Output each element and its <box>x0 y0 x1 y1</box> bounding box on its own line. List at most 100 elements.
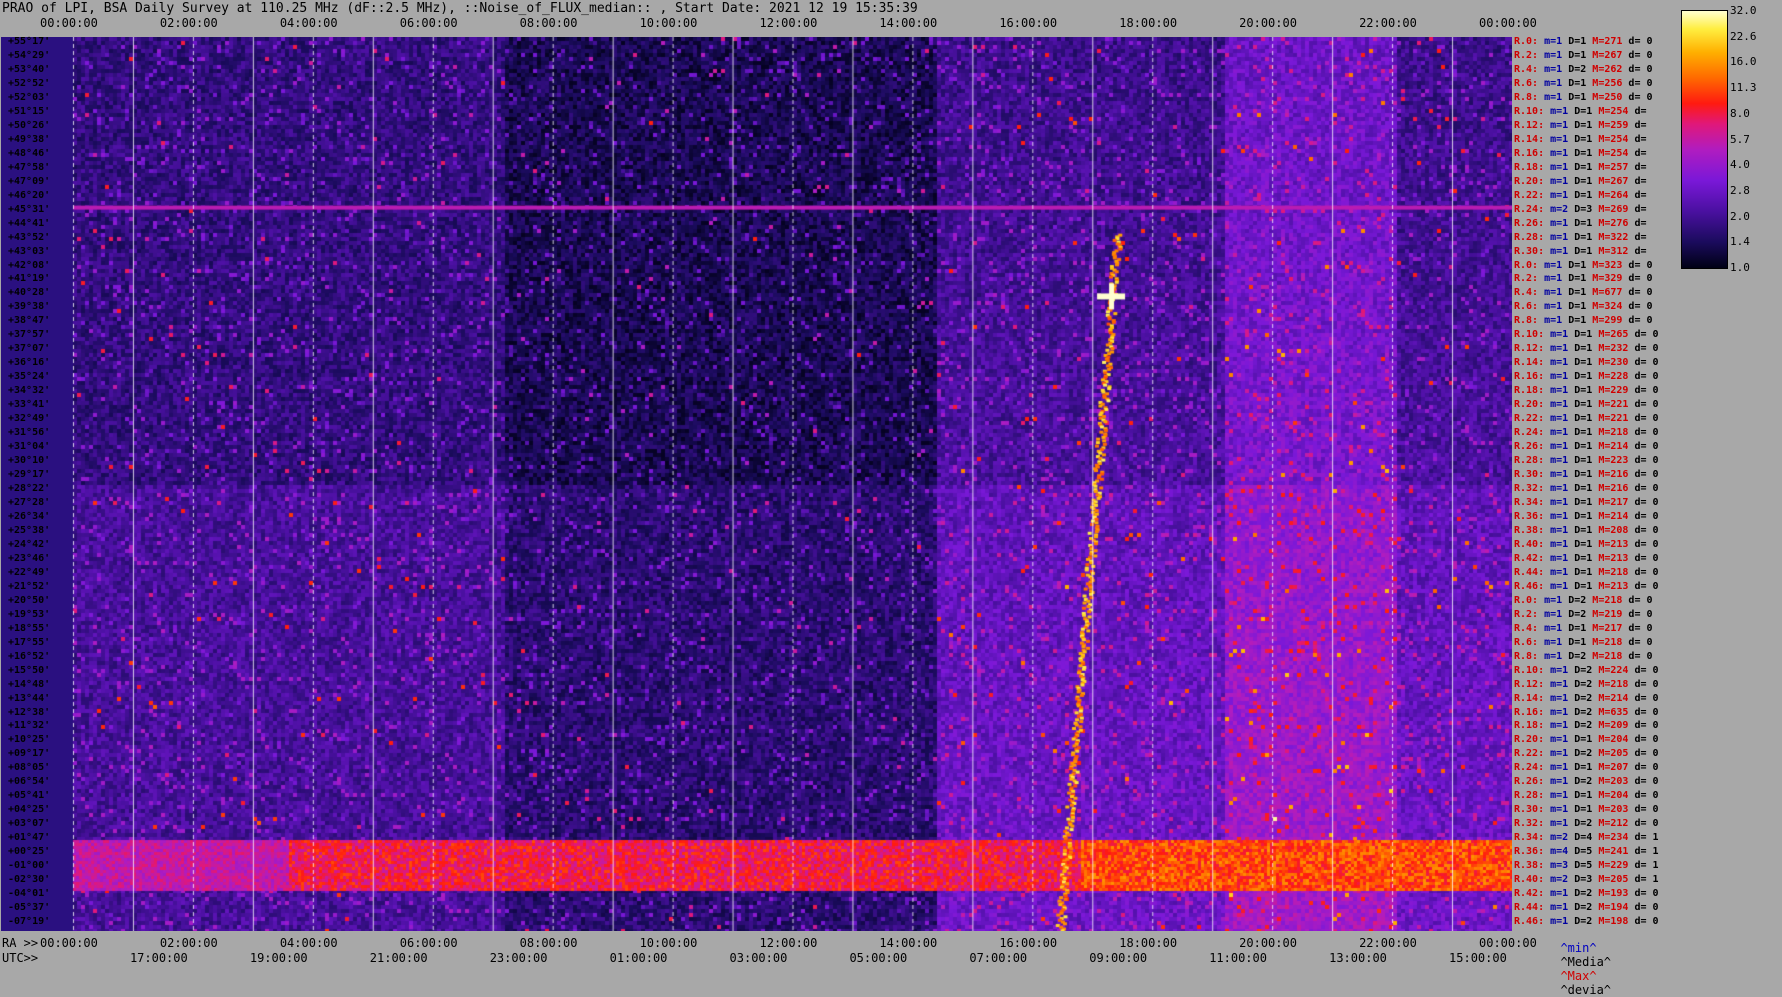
receiver-stat-row: R.24: m=1 D=1 M=207 d= 0 <box>1514 763 1659 773</box>
row-receiver: R.28: <box>1514 231 1551 243</box>
utc-tick-label: 05:00:00 <box>849 951 908 965</box>
row-dev: D=1 <box>1574 524 1599 536</box>
declination-label: +23°46' <box>8 552 51 564</box>
declination-label: +43°52' <box>8 231 51 243</box>
row-max: M=217 <box>1592 622 1629 634</box>
row-receiver: R.24: <box>1514 427 1551 439</box>
row-min: m=3 <box>1550 860 1575 872</box>
row-dev: D=1 <box>1574 385 1599 397</box>
declination-label: +53°40' <box>8 63 51 75</box>
row-receiver: R.6: <box>1514 301 1545 313</box>
colorbar-tick: 22.6 <box>1730 29 1757 43</box>
row-dev: D=2 <box>1574 692 1599 704</box>
row-dev: D=1 <box>1574 580 1599 592</box>
color-scale-bar <box>1681 10 1728 269</box>
row-receiver: R.8: <box>1514 91 1545 103</box>
declination-label: +42°08' <box>8 259 51 271</box>
row-dev: D=1 <box>1574 245 1599 257</box>
row-min: m=4 <box>1550 846 1575 858</box>
declination-label: +05°41' <box>8 790 51 802</box>
row-min: m=1 <box>1550 678 1575 690</box>
declination-label: -07°19' <box>8 916 51 928</box>
ra-tick-label: 10:00:00 <box>639 936 698 950</box>
receiver-stat-row: R.30: m=1 D=1 M=216 d= 0 <box>1514 470 1659 480</box>
row-min: m=1 <box>1550 105 1575 117</box>
row-max: M=267 <box>1592 49 1629 61</box>
row-max: M=241 <box>1598 846 1635 858</box>
row-max: M=218 <box>1592 650 1629 662</box>
row-max: M=213 <box>1598 538 1635 550</box>
ra-tick-label: 00:00:00 <box>40 936 98 950</box>
row-receiver: R.30: <box>1514 245 1551 257</box>
row-receiver: R.36: <box>1514 846 1551 858</box>
row-d: d= 0 <box>1634 888 1659 900</box>
utc-tick-label: 03:00:00 <box>729 951 788 965</box>
receiver-stat-row: R.40: m=1 D=1 M=213 d= 0 <box>1514 538 1659 550</box>
declination-axis: +55°17' +54°29' +53°40' +52°52' +52°03' +51°1… <box>0 34 72 934</box>
row-d: d= 0 <box>1634 469 1659 481</box>
row-dev: D=2 <box>1574 776 1599 788</box>
receiver-stat-row: R.46: m=1 D=1 M=213 d= 0 <box>1514 580 1659 592</box>
row-max: M=230 <box>1598 357 1635 369</box>
utc-tick-label: 13:00:00 <box>1329 951 1387 965</box>
row-min: m=1 <box>1550 818 1575 830</box>
row-max: M=219 <box>1592 608 1629 620</box>
row-d: d= <box>1634 245 1647 257</box>
row-d: d= <box>1634 161 1647 173</box>
receiver-stat-row: R.22: m=1 D=1 M=221 d= 0 <box>1514 414 1659 424</box>
row-d: d= 0 <box>1634 902 1659 914</box>
row-dev: D=1 <box>1574 357 1599 369</box>
receiver-stat-row: R.34: m=2 D=4 M=234 d= 1 <box>1514 833 1659 843</box>
declination-label: +31°04' <box>8 441 51 453</box>
declination-label: +40°28' <box>8 287 51 299</box>
colorbar-tick: 16.0 <box>1730 55 1757 69</box>
row-max: M=312 <box>1598 245 1635 257</box>
colorbar-tick: 2.8 <box>1730 183 1750 197</box>
row-receiver: R.0: <box>1514 36 1545 47</box>
row-max: M=218 <box>1598 427 1635 439</box>
row-d: d= 0 <box>1628 36 1653 47</box>
row-min: m=1 <box>1550 762 1575 774</box>
row-receiver: R.14: <box>1514 692 1551 704</box>
row-min: m=1 <box>1550 133 1575 145</box>
declination-label: +24°42' <box>8 538 51 550</box>
row-dev: D=1 <box>1574 790 1599 802</box>
ra-tick-label: 22:00:00 <box>1359 936 1417 950</box>
row-d: d= 0 <box>1634 776 1659 788</box>
row-dev: D=1 <box>1574 566 1599 578</box>
ra-tick-label: 08:00:00 <box>519 936 578 950</box>
row-d: d= 0 <box>1634 720 1659 732</box>
ra-tick-label: 16:00:00 <box>999 936 1058 950</box>
row-max: M=257 <box>1598 161 1635 173</box>
declination-label: +19°53' <box>8 608 51 620</box>
declination-label: +17°55' <box>8 636 51 648</box>
top-tick-label: 22:00:00 <box>1359 16 1417 30</box>
row-d: d= 1 <box>1634 846 1659 858</box>
row-max: M=204 <box>1598 790 1635 802</box>
row-min: m=1 <box>1550 706 1575 718</box>
receiver-stat-row: R.28: m=1 D=1 M=322 d= <box>1514 231 1646 243</box>
row-min: m=1 <box>1550 664 1575 676</box>
row-receiver: R.30: <box>1514 804 1551 816</box>
row-d: d= 1 <box>1634 860 1659 872</box>
row-max: M=232 <box>1598 343 1635 355</box>
row-min: m=1 <box>1544 36 1569 47</box>
row-dev: D=1 <box>1574 469 1599 481</box>
row-receiver: R.38: <box>1514 860 1551 872</box>
row-dev: D=1 <box>1574 455 1599 467</box>
declination-label: +08°05' <box>8 762 51 774</box>
declination-label: +30°10' <box>8 455 51 467</box>
row-min: m=1 <box>1544 315 1569 327</box>
row-receiver: R.18: <box>1514 161 1551 173</box>
row-min: m=1 <box>1550 147 1575 159</box>
row-max: M=264 <box>1598 189 1635 201</box>
colorbar-tick: 5.7 <box>1730 132 1750 146</box>
declination-label: -01°00' <box>8 860 51 872</box>
row-receiver: R.28: <box>1514 790 1551 802</box>
row-d: d= 0 <box>1628 287 1653 299</box>
row-min: m=1 <box>1550 469 1575 481</box>
declination-label: +22°49' <box>8 566 51 578</box>
row-max: M=217 <box>1598 496 1635 508</box>
row-min: m=1 <box>1550 734 1575 746</box>
declination-label: +21°52' <box>8 580 51 592</box>
